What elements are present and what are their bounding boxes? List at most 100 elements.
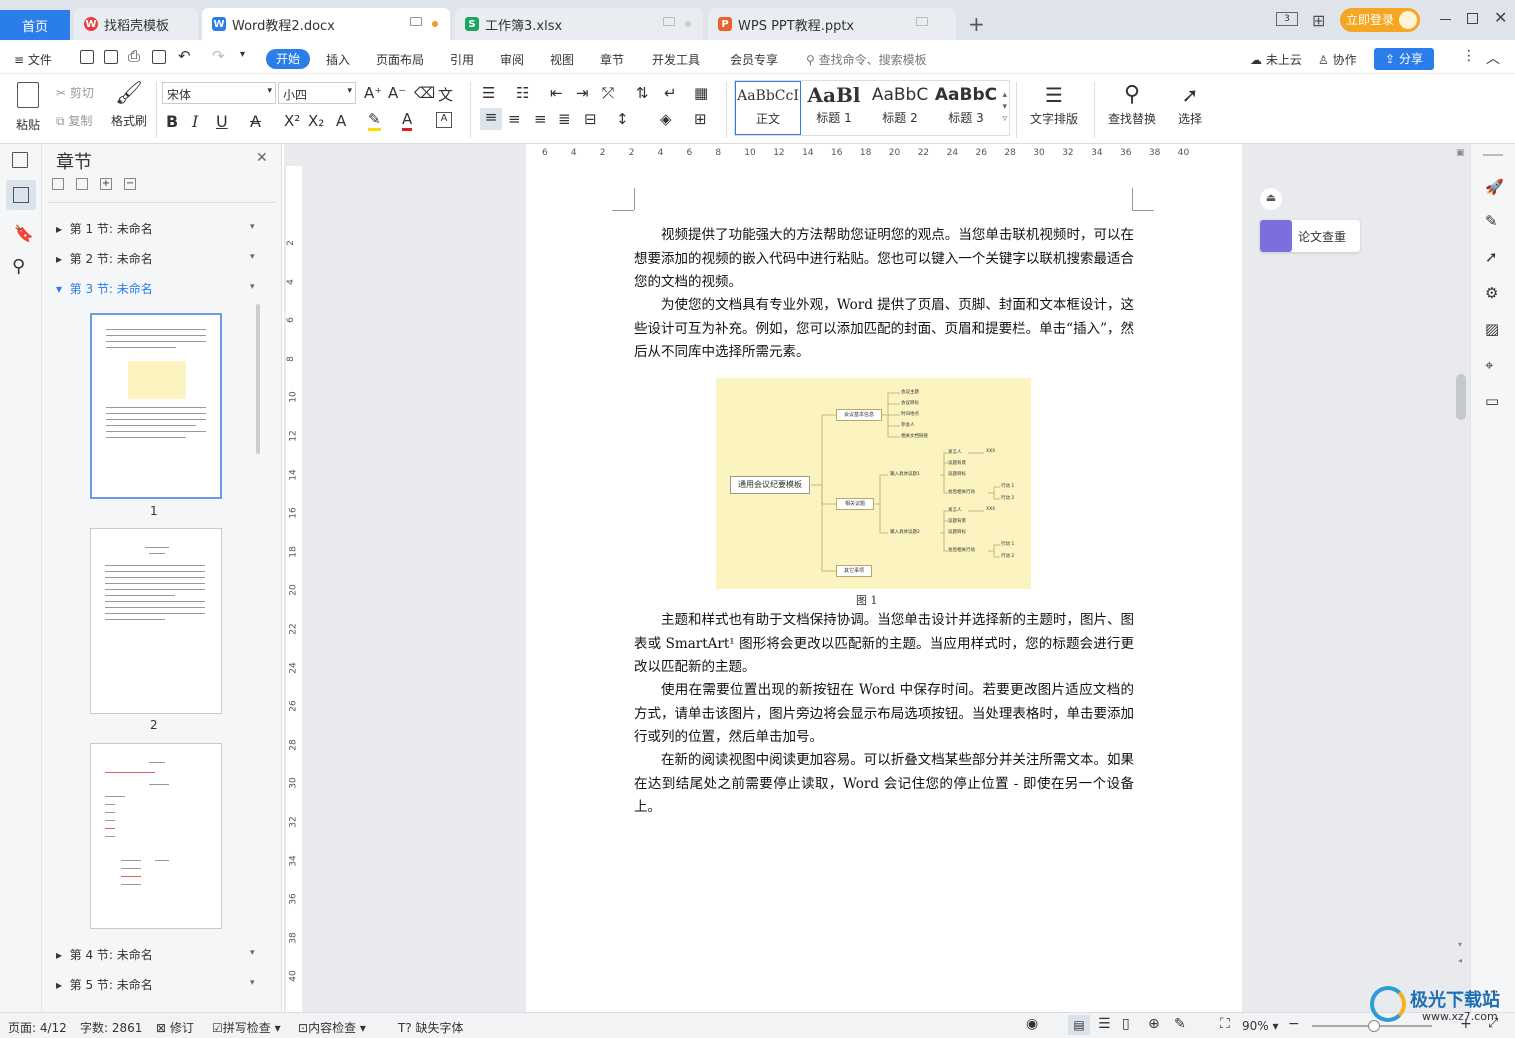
share-button[interactable]: ⇪ 分享	[1374, 48, 1434, 70]
revise-toggle[interactable]: ⊠ 修订	[156, 1019, 194, 1036]
phonetic-icon[interactable]: 文	[438, 84, 453, 105]
paragraph-1[interactable]: 视频提供了功能强大的方法帮助您证明您的观点。当您单击联机视频时，可以在想要添加的…	[634, 224, 1134, 295]
eye-protect-icon[interactable]: ◉	[1026, 1016, 1038, 1032]
bookmark-icon[interactable]: 🔖	[14, 224, 34, 243]
expand-all-icon[interactable]	[52, 178, 64, 190]
numbered-list-icon[interactable]: ☷	[516, 84, 529, 102]
page-thumbnail-2[interactable]	[90, 528, 222, 714]
pen-icon[interactable]: ✎	[1485, 212, 1498, 230]
tab-start[interactable]: 开始	[266, 49, 310, 69]
superscript-icon[interactable]: X²	[284, 112, 300, 130]
write-view-icon[interactable]: ✎	[1174, 1016, 1186, 1032]
style-heading-2[interactable]: AaBbC 标题 2	[867, 81, 933, 135]
collapse-side-panel-icon[interactable]: ⏏	[1260, 188, 1282, 210]
close-icon[interactable]: ✕	[1494, 8, 1507, 27]
collapse-ribbon-icon[interactable]: ︿	[1486, 48, 1500, 68]
increase-indent-icon[interactable]: ⇥	[576, 84, 589, 102]
drag-handle[interactable]	[1483, 154, 1503, 156]
tab-view[interactable]: 视图	[550, 51, 574, 68]
search-icon[interactable]: ⚲	[12, 256, 25, 277]
fit-page-icon[interactable]: ⛶	[1220, 1016, 1230, 1032]
location-icon[interactable]: ⌖	[1485, 356, 1493, 374]
copy-button[interactable]: ⧉ 复制	[56, 112, 92, 129]
font-color-icon[interactable]: A	[402, 110, 413, 131]
style-heading-3[interactable]: AaBbC 标题 3	[933, 81, 999, 135]
char-border-icon[interactable]: A	[436, 112, 452, 128]
print-icon[interactable]: ⎙	[128, 47, 140, 65]
nav-section-1[interactable]: ▸ 第 1 节: 未命名	[56, 220, 153, 237]
tab-review[interactable]: 审阅	[500, 51, 524, 68]
tab-chapter[interactable]: 章节	[600, 51, 624, 68]
borders-icon[interactable]: ⊞	[694, 110, 707, 128]
style-heading-1[interactable]: AaBl 标题 1	[801, 81, 867, 135]
rocket-icon[interactable]: 🚀	[1485, 178, 1504, 196]
paragraph-4[interactable]: 使用在需要位置出现的新按钮在 Word 中保存时间。若要更改图片适应文档的方式，…	[634, 679, 1134, 750]
grow-font-icon[interactable]: A⁺	[364, 84, 382, 102]
find-replace-button[interactable]: ⚲ 查找替换	[1102, 80, 1162, 127]
style-normal[interactable]: AaBbCcI 正文	[735, 81, 801, 135]
cloud-status[interactable]: ☁ 未上云	[1250, 51, 1302, 68]
shrink-font-icon[interactable]: A⁻	[388, 84, 406, 102]
vertical-ruler[interactable]: 2 4 6 8 10 12 14 16 18 20 22 24 26 28 30 32 34 36 38 40	[286, 166, 302, 1012]
underline-icon[interactable]: U	[216, 112, 228, 131]
paper-check-button[interactable]: 论文查重	[1260, 220, 1360, 252]
subscript-icon[interactable]: X₂	[308, 112, 324, 130]
font-name-select[interactable]: 宋体 ▾	[162, 82, 276, 104]
page-indicator[interactable]: 页面: 4/12	[8, 1019, 67, 1036]
highlight-icon[interactable]: ✎	[368, 110, 381, 131]
print-preview-icon[interactable]	[152, 50, 166, 64]
nav-section-3[interactable]: ▾ 第 3 节: 未命名	[56, 280, 153, 297]
cut-button[interactable]: ✂ 剪切	[56, 84, 94, 101]
remove-section-icon[interactable]: −	[124, 178, 136, 190]
strikethrough-icon[interactable]: A	[250, 112, 261, 131]
monitor-icon[interactable]	[663, 17, 675, 26]
table-grid-icon[interactable]: ▦	[694, 84, 708, 102]
align-center-icon[interactable]: ≡	[508, 110, 521, 128]
add-section-icon[interactable]: +	[100, 178, 112, 190]
italic-icon[interactable]: I	[192, 112, 198, 131]
align-right-icon[interactable]: ≡	[534, 110, 547, 128]
undo-icon[interactable]: ↶	[178, 47, 191, 65]
web-view-icon[interactable]: ⊕	[1148, 1016, 1160, 1032]
scroll-top-icon[interactable]: ▣	[1456, 148, 1465, 158]
nav-section-5[interactable]: ▸ 第 5 节: 未命名	[56, 976, 153, 993]
page-thumbnail-1[interactable]	[90, 313, 222, 499]
export-pdf-icon[interactable]	[104, 50, 118, 64]
text-effect-icon[interactable]: A	[336, 112, 346, 130]
redo-icon[interactable]: ↷	[212, 47, 225, 65]
chevron-down-icon[interactable]: ▾	[250, 282, 255, 292]
tab-insert[interactable]: 插入	[326, 51, 350, 68]
image-edit-icon[interactable]: ▨	[1485, 320, 1499, 338]
spell-check[interactable]: ☑拼写检查 ▾	[212, 1019, 281, 1036]
paragraph-2[interactable]: 为使您的文档具有专业外观，Word 提供了页眉、页脚、封面和文本框设计，这些设计…	[634, 294, 1134, 365]
chapter-nav-icon[interactable]	[6, 180, 36, 210]
save-icon[interactable]	[80, 50, 94, 64]
chevron-down-icon[interactable]: ▾	[250, 978, 255, 988]
chevron-down-icon[interactable]: ▾	[250, 252, 255, 262]
zoom-level[interactable]: 90% ▾	[1242, 1019, 1279, 1033]
maximize-icon[interactable]	[1467, 13, 1478, 24]
nav-section-2[interactable]: ▸ 第 2 节: 未命名	[56, 250, 153, 267]
window-layout-icon[interactable]: 3	[1276, 12, 1298, 26]
outline-icon[interactable]	[12, 152, 28, 168]
distribute-icon[interactable]: ⊟	[584, 110, 597, 128]
page-view-icon[interactable]: ▤	[1068, 1015, 1090, 1035]
document-scrollbar[interactable]	[1456, 374, 1466, 420]
new-tab-plus-icon[interactable]: +	[968, 12, 985, 36]
tab-ppt[interactable]: P WPS PPT教程.pptx	[708, 8, 956, 40]
content-check[interactable]: ⊡内容检查 ▾	[298, 1019, 366, 1036]
tab-home[interactable]: 首页	[0, 10, 70, 40]
font-size-select[interactable]: 小四 ▾	[278, 82, 356, 104]
style-scroll-icon[interactable]: ▴ ▾ ▿	[1002, 89, 1007, 125]
format-painter-button[interactable]: 🖌 格式刷	[108, 80, 150, 128]
select-button[interactable]: ➚ 选择	[1170, 80, 1210, 127]
sliders-icon[interactable]: ⚙	[1485, 284, 1498, 302]
more-options-icon[interactable]: ⋮	[1462, 48, 1476, 64]
paragraph-5[interactable]: 在新的阅读视图中阅读更加容易。可以折叠文档某些部分并关注所需文本。如果在达到结尾…	[634, 749, 1134, 820]
line-spacing-icon[interactable]: ↕	[616, 110, 629, 128]
chevron-down-icon[interactable]: ▾	[250, 222, 255, 232]
tab-excel[interactable]: S 工作簿3.xlsx	[455, 8, 703, 40]
decrease-indent-icon[interactable]: ⇤	[550, 84, 563, 102]
document-page[interactable]: 视频提供了功能强大的方法帮助您证明您的观点。当您单击联机视频时，可以在想要添加的…	[526, 166, 1242, 1012]
horizontal-ruler[interactable]: 6 4 2 2 4 6 8 10 12 14 16 18 20 22 24 26 28 30 32 34 36 38 40	[526, 144, 1242, 166]
